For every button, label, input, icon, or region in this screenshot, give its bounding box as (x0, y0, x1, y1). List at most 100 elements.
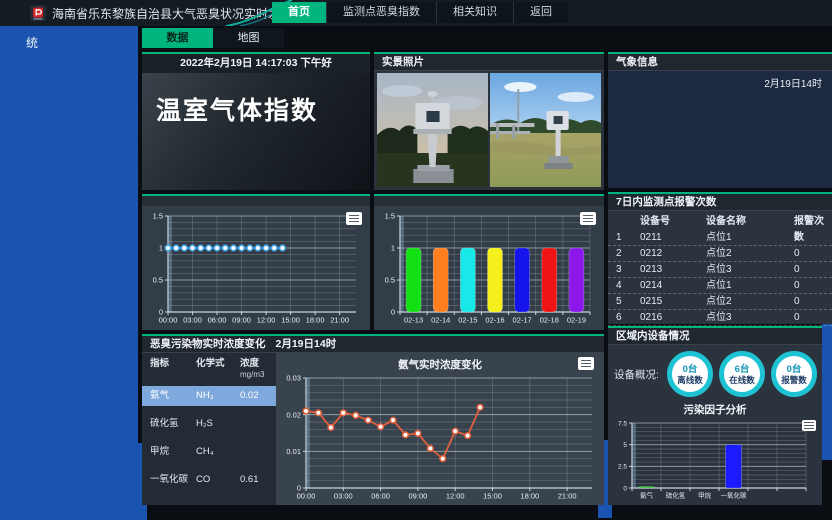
svg-text:1.5: 1.5 (153, 212, 163, 221)
live-photos-title: 实景照片 (374, 54, 604, 71)
svg-text:06:00: 06:00 (371, 492, 390, 501)
svg-text:02-16: 02-16 (485, 316, 504, 325)
station-photo-field (490, 73, 601, 187)
daily-index-bar-chart-panel: 00.511.502-1302-1402-1502-1602-1702-1802… (374, 194, 604, 330)
svg-text:1: 1 (391, 244, 395, 253)
svg-text:02-17: 02-17 (513, 316, 532, 325)
svg-text:02-19: 02-19 (567, 316, 586, 325)
datetime-text: 2022年2月19日 14:17:03 下午好 (142, 54, 370, 73)
device-stats-label: 设备概况: (614, 367, 664, 382)
alarm-count-badge: 0台 报警数 (771, 351, 817, 397)
pollutant-row[interactable]: 甲烷CH₄ (150, 442, 276, 462)
weather-info-panel: 气象信息 2月19日14时 (608, 52, 832, 188)
greenhouse-gas-index-title: 温室气体指数 (142, 73, 370, 190)
daily-index-bar-chart: 00.511.502-1302-1402-1502-1602-1702-1802… (374, 206, 600, 328)
svg-text:00:00: 00:00 (297, 492, 316, 501)
pollutant-row[interactable]: 氨气NH₃0.02 (142, 386, 276, 406)
pollutant-panel-header: 恶臭污染物实时浓度变化 2月19日14时 (142, 336, 604, 353)
svg-text:2.5: 2.5 (618, 464, 627, 471)
table-row: 60216点位30 (608, 310, 832, 326)
svg-text:硫化氢: 硫化氢 (666, 491, 686, 500)
nh3-trend-chart: 00.010.020.0300:0003:0006:0009:0012:0015… (276, 372, 604, 504)
svg-text:0: 0 (623, 485, 627, 492)
nav-item-back[interactable]: 返回 (513, 2, 568, 23)
svg-text:02-14: 02-14 (431, 316, 450, 325)
tab-map[interactable]: 地图 (213, 28, 284, 48)
title-wrap-text: 统 (0, 26, 138, 51)
chart-header-strip (374, 196, 604, 206)
online-count-badge: 6台 在线数 (719, 351, 765, 397)
tab-data[interactable]: 数据 (142, 28, 213, 48)
svg-text:15:00: 15:00 (483, 492, 502, 501)
nh3-chart-title: 氨气实时浓度变化 (276, 353, 604, 372)
svg-text:5: 5 (623, 442, 627, 449)
weather-info-title: 气象信息 (608, 54, 832, 71)
top-header-bar: 海南省乐东黎族自治县大气恶臭状况实时发布系 首页 监测点恶臭指数 相关知识 返回 (0, 0, 832, 26)
nav-item-odor-index[interactable]: 监测点恶臭指数 (326, 2, 436, 23)
pollution-factor-chart: 0 2.5 5 7.5 氨气 硫化氢 甲烷一氧化碳 (608, 418, 814, 500)
svg-text:1.5: 1.5 (385, 212, 395, 221)
svg-text:06:00: 06:00 (208, 316, 227, 325)
sidebar: 统 (0, 26, 138, 520)
svg-text:12:00: 12:00 (257, 316, 276, 325)
greenhouse-index-chart: 00.511.500:0003:0006:0009:0012:0015:0018… (142, 206, 366, 328)
toolbox-icon[interactable] (802, 420, 816, 431)
svg-text:15:00: 15:00 (281, 316, 300, 325)
svg-text:甲烷: 甲烷 (698, 491, 712, 500)
svg-text:09:00: 09:00 (409, 492, 428, 501)
offline-count-badge: 0台 离线数 (667, 351, 713, 397)
pollution-factor-title: 污染因子分析 (608, 399, 822, 418)
svg-text:18:00: 18:00 (306, 316, 325, 325)
pollutant-row[interactable]: 一氧化碳CO0.61 (150, 470, 276, 490)
table-row: 40214点位10 (608, 278, 832, 294)
chart-header-strip (142, 196, 370, 206)
svg-text:18:00: 18:00 (520, 492, 539, 501)
nh3-chart-area: 氨气实时浓度变化 00.010.020.0300:0003:0006:0009:… (276, 353, 604, 505)
pollutant-panel: 恶臭污染物实时浓度变化 2月19日14时 指标 化学式 浓度mg/m3 氨气NH… (142, 334, 604, 505)
device-status-panel: 区域内设备情况 设备概况: 0台 离线数 6台 在线数 0台 报警数 污染因子分… (608, 326, 822, 505)
pollutant-date: 2月19日14时 (276, 336, 337, 352)
svg-text:氨气: 氨气 (640, 491, 654, 500)
logo (30, 5, 46, 21)
device-status-title: 区域内设备情况 (608, 328, 822, 345)
svg-text:0.5: 0.5 (385, 276, 395, 285)
svg-text:21:00: 21:00 (330, 316, 349, 325)
svg-text:12:00: 12:00 (446, 492, 465, 501)
toolbox-icon[interactable] (578, 357, 594, 370)
pollutant-table: 指标 化学式 浓度mg/m3 氨气NH₃0.02 硫化氢H₂S 甲烷CH₄ 一氧化碳C… (142, 353, 276, 505)
pollutant-table-header: 指标 化学式 浓度mg/m3 (150, 358, 276, 380)
nav-item-knowledge[interactable]: 相关知识 (436, 2, 513, 23)
toolbox-icon[interactable] (580, 212, 596, 225)
svg-text:21:00: 21:00 (558, 492, 577, 501)
pollutant-row[interactable]: 硫化氢H₂S (150, 414, 276, 434)
toolbox-icon[interactable] (346, 212, 362, 225)
svg-text:00:00: 00:00 (159, 316, 178, 325)
nav-item-home[interactable]: 首页 (272, 2, 326, 23)
pollutant-table-body: 氨气NH₃0.02硫化氢H₂S甲烷CH₄一氧化碳CO0.61 (150, 386, 276, 490)
alarm-count-panel: 7日内监测点报警次数 设备号 设备名称 报警次数 10211点位1020212点… (608, 192, 832, 324)
greeting-panel: 2022年2月19日 14:17:03 下午好 温室气体指数 (142, 52, 370, 190)
svg-text:09:00: 09:00 (232, 316, 251, 325)
svg-text:一氧化碳: 一氧化碳 (721, 491, 748, 500)
alarm-table-header: 设备号 设备名称 报警次数 (608, 214, 832, 230)
pollutant-title: 恶臭污染物实时浓度变化 (150, 336, 266, 352)
view-tabs: 数据 地图 (142, 28, 284, 48)
alarm-table-body: 10211点位1020212点位2030213点位3040214点位105021… (608, 230, 832, 326)
svg-text:0.5: 0.5 (153, 276, 163, 285)
svg-text:0.03: 0.03 (286, 374, 301, 383)
alarm-count-title: 7日内监测点报警次数 (608, 194, 832, 211)
svg-text:02-15: 02-15 (458, 316, 477, 325)
greenhouse-index-chart-panel: 00.511.500:0003:0006:0009:0012:0015:0018… (142, 194, 370, 330)
table-row: 10211点位10 (608, 230, 832, 246)
device-stats-row: 设备概况: 0台 离线数 6台 在线数 0台 报警数 (608, 345, 822, 399)
weather-date: 2月19日14时 (608, 71, 832, 94)
table-row: 30213点位30 (608, 262, 832, 278)
svg-text:1: 1 (159, 244, 163, 253)
svg-text:7.5: 7.5 (618, 420, 627, 427)
svg-text:02-18: 02-18 (540, 316, 559, 325)
svg-text:03:00: 03:00 (334, 492, 353, 501)
svg-text:03:00: 03:00 (183, 316, 202, 325)
station-photo-dusk (377, 73, 488, 187)
svg-text:02-13: 02-13 (404, 316, 423, 325)
main-nav: 首页 监测点恶臭指数 相关知识 返回 (272, 2, 568, 23)
